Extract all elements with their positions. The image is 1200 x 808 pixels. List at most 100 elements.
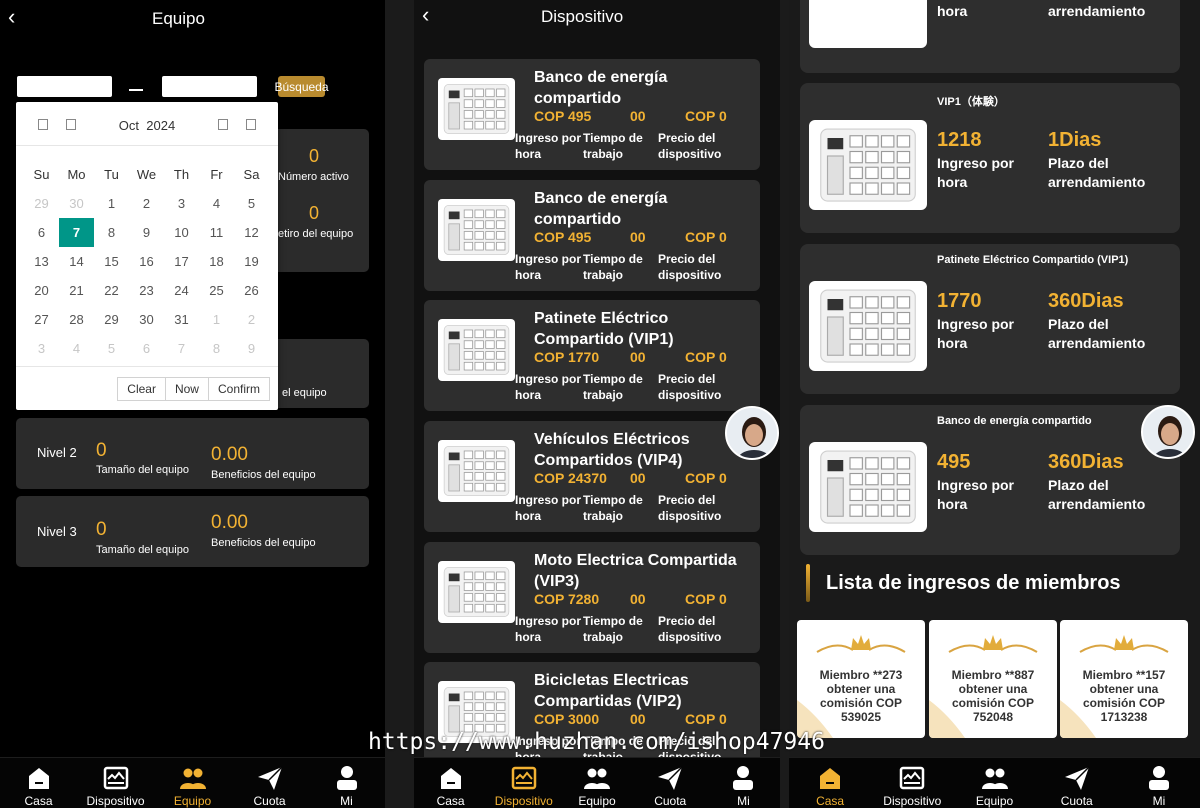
calendar-day[interactable]: 31 xyxy=(164,305,199,334)
search-button[interactable]: Búsqueda xyxy=(274,76,329,97)
calendar-day[interactable]: 9 xyxy=(234,334,269,363)
calendar-day[interactable]: 23 xyxy=(129,276,164,305)
back-arrow-icon[interactable]: ‹ xyxy=(8,4,15,30)
calendar-day[interactable]: 27 xyxy=(24,305,59,334)
nav-quota[interactable]: Cuota xyxy=(634,758,707,808)
year-label[interactable]: 2024 xyxy=(146,118,175,133)
calendar-day[interactable]: 18 xyxy=(199,247,234,276)
price-label: Precio del dispositivo xyxy=(658,131,722,161)
calendar-day[interactable]: 12 xyxy=(234,218,269,247)
next-year-icon[interactable] xyxy=(246,119,256,130)
calendar-day[interactable]: 16 xyxy=(129,247,164,276)
calendar-day[interactable]: 2 xyxy=(234,305,269,334)
calendar-day[interactable]: 8 xyxy=(199,334,234,363)
vip-card[interactable]: Banco de energía compartido 495 360Dias Ing… xyxy=(800,405,1180,555)
device-card[interactable]: Banco de energía compartido COP 495 00 COP … xyxy=(424,59,760,170)
selected-day[interactable]: 7 xyxy=(59,218,94,247)
end-date-input[interactable] xyxy=(162,76,257,97)
calendar-day[interactable]: 15 xyxy=(94,247,129,276)
calendar-day[interactable]: 28 xyxy=(59,305,94,334)
calendar-day[interactable]: 5 xyxy=(234,189,269,218)
vip-card[interactable]: Patinete Eléctrico Compartido (VIP1) 1770… xyxy=(800,244,1180,394)
home-icon xyxy=(440,768,461,789)
calendar-day[interactable]: 26 xyxy=(234,276,269,305)
nav-team[interactable]: Equipo xyxy=(560,758,633,808)
nav-home-label: Casa xyxy=(436,794,465,808)
nav-device-label: Dispositivo xyxy=(494,794,553,808)
nav-team[interactable]: Equipo xyxy=(953,758,1035,808)
calendar-day[interactable]: 8 xyxy=(94,218,129,247)
device-card[interactable]: Moto Electrica Compartida (VIP3) COP 7280… xyxy=(424,542,760,653)
start-date-input[interactable] xyxy=(17,76,112,97)
calendar-day[interactable]: 6 xyxy=(24,218,59,247)
calendar-day[interactable]: 5 xyxy=(94,334,129,363)
calendar-day[interactable]: 3 xyxy=(164,189,199,218)
nav-home[interactable]: Casa xyxy=(0,758,77,808)
clear-button[interactable]: Clear xyxy=(117,377,166,401)
calendar-day[interactable]: 20 xyxy=(24,276,59,305)
calendar-day[interactable]: 7 xyxy=(164,334,199,363)
vip-card-partial[interactable]: Ingreso por hora Plazo del arrendamiento xyxy=(800,0,1180,73)
now-button[interactable]: Now xyxy=(164,377,209,401)
calendar-day[interactable]: 10 xyxy=(164,218,199,247)
week-row: 6 7 8 9 10 11 12 xyxy=(24,218,270,247)
calendar-day[interactable]: 30 xyxy=(59,189,94,218)
device-image xyxy=(809,281,927,371)
device-income: COP 495 xyxy=(534,108,592,124)
calendar-day[interactable]: 3 xyxy=(24,334,59,363)
nav-quota[interactable]: Cuota xyxy=(231,758,308,808)
month-label[interactable]: Oct xyxy=(119,118,139,133)
nav-home[interactable]: Casa xyxy=(414,758,487,808)
confirm-button[interactable]: Confirm xyxy=(207,377,270,401)
member-income-text: Miembro **157 obtener una comisión COP 1713… xyxy=(1060,668,1188,724)
device-card[interactable]: Patinete Eléctrico Compartido (VIP1) COP … xyxy=(424,300,760,411)
week-row: 29 30 1 2 3 4 5 xyxy=(24,189,270,218)
calendar-day[interactable]: 2 xyxy=(129,189,164,218)
calendar-day[interactable]: 19 xyxy=(234,247,269,276)
withdraw-value: 0 xyxy=(309,203,320,223)
nav-me[interactable]: Mi xyxy=(308,758,385,808)
device-card[interactable]: Vehículos Eléctricos Compartidos (VIP4) C… xyxy=(424,421,760,532)
support-avatar[interactable] xyxy=(725,406,779,460)
calendar-day[interactable]: 21 xyxy=(59,276,94,305)
calendar-day[interactable]: 25 xyxy=(199,276,234,305)
week-row: 3456789 xyxy=(24,334,270,363)
calendar-day[interactable]: 13 xyxy=(24,247,59,276)
user-icon xyxy=(733,766,754,790)
nav-me[interactable]: Mi xyxy=(707,758,780,808)
nav-home[interactable]: Casa xyxy=(789,758,871,808)
support-avatar[interactable] xyxy=(1141,405,1195,459)
calendar-day[interactable]: 9 xyxy=(129,218,164,247)
income-label: Ingreso por hora xyxy=(515,131,582,161)
calendar-day[interactable]: 1 xyxy=(199,305,234,334)
vip-card[interactable]: VIP1（体験） 1218 1Dias Ingreso por hora Plazo d… xyxy=(800,83,1180,233)
calendar-day[interactable]: 4 xyxy=(199,189,234,218)
weekday-label: Sa xyxy=(243,167,260,182)
calendar-day[interactable]: 4 xyxy=(59,334,94,363)
nav-device[interactable]: Dispositivo xyxy=(871,758,953,808)
calendar-day[interactable]: 11 xyxy=(199,218,234,247)
nav-quota[interactable]: Cuota xyxy=(1036,758,1118,808)
weekday-label: Tu xyxy=(104,167,119,182)
weekday-label: We xyxy=(136,167,157,182)
device-card[interactable]: Banco de energía compartido COP 495 00 COP … xyxy=(424,180,760,291)
bottom-nav: Casa Dispositivo Equipo Cuota Mi xyxy=(789,757,1200,808)
back-arrow-icon[interactable]: ‹ xyxy=(422,2,429,28)
calendar-day[interactable]: 1 xyxy=(94,189,129,218)
nav-device[interactable]: Dispositivo xyxy=(77,758,154,808)
nav-me[interactable]: Mi xyxy=(1118,758,1200,808)
nav-team[interactable]: Equipo xyxy=(154,758,231,808)
calendar-day[interactable]: 14 xyxy=(59,247,94,276)
device-name: Moto Electrica Compartida (VIP3) xyxy=(534,552,737,590)
calendar-day[interactable]: 22 xyxy=(94,276,129,305)
calendar-day[interactable]: 6 xyxy=(129,334,164,363)
date-picker-title: Oct 2024 xyxy=(16,118,278,133)
calendar-day[interactable]: 30 xyxy=(129,305,164,334)
calendar-day[interactable]: 29 xyxy=(24,189,59,218)
calendar-day[interactable]: 17 xyxy=(164,247,199,276)
calendar-day[interactable]: 24 xyxy=(164,276,199,305)
next-month-icon[interactable] xyxy=(218,119,228,130)
team-benefit-value: 0.00 xyxy=(211,444,248,465)
calendar-day[interactable]: 29 xyxy=(94,305,129,334)
nav-device[interactable]: Dispositivo xyxy=(487,758,560,808)
